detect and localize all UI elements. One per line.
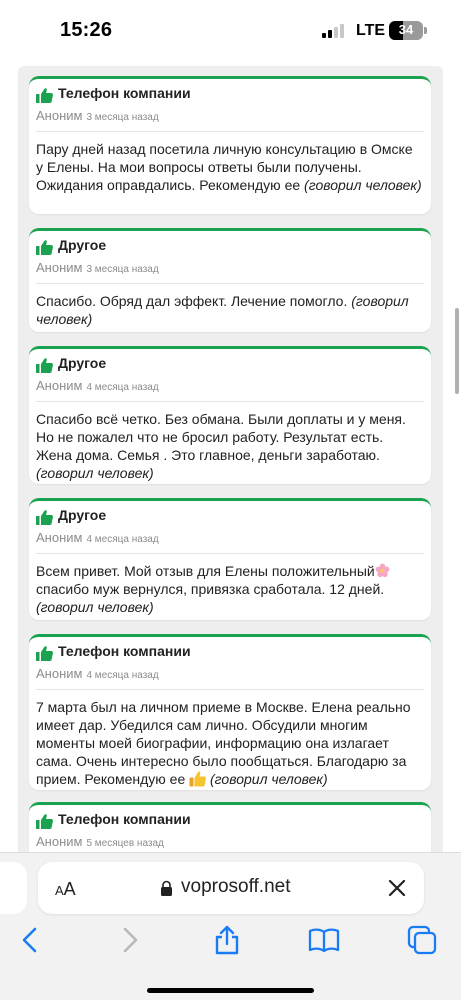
browser-toolbar: AA voprosoff.net	[0, 852, 461, 1000]
review-card: Телефон компании Аноним 3 месяца назад Па…	[29, 76, 431, 214]
home-indicator	[147, 988, 314, 993]
battery-tip	[424, 27, 427, 34]
review-card: Другое Аноним 3 месяца назад Спасибо. Обр…	[29, 228, 431, 332]
status-bar: 15:26 LTE 34	[0, 0, 461, 62]
review-body: Спасибо. Обряд дал эффект. Лечение помог…	[36, 293, 348, 309]
divider	[36, 283, 424, 284]
review-category: Другое	[58, 237, 107, 253]
scrollbar[interactable]	[455, 308, 459, 394]
lock-icon	[161, 880, 172, 896]
review-category: Другое	[58, 507, 107, 523]
review-text: Спасибо. Обряд дал эффект. Лечение помог…	[36, 292, 423, 328]
network-type: LTE	[356, 22, 386, 39]
close-icon[interactable]	[388, 879, 406, 897]
url-domain[interactable]: voprosoff.net	[181, 876, 291, 898]
review-body-continued: спасибо муж вернулся, привязка сработала…	[36, 581, 385, 597]
thumbs-up-icon	[36, 88, 53, 103]
chevron-right-icon[interactable]	[113, 924, 145, 956]
book-icon[interactable]	[308, 924, 340, 956]
divider	[36, 131, 424, 132]
thumbs-up-icon	[36, 358, 53, 373]
review-date: 4 месяца назад	[86, 670, 159, 681]
review-card: Другое Аноним 4 месяца назад Всем привет.…	[29, 498, 431, 620]
review-card: Другое Аноним 4 месяца назад Спасибо всё …	[29, 346, 431, 484]
review-date: 4 месяца назад	[86, 534, 159, 545]
signal-icon	[322, 24, 348, 38]
review-text: 7 марта был на личном приеме в Москве. Е…	[36, 698, 423, 788]
divider	[36, 689, 424, 690]
review-text: Спасибо всё четко. Без обмана. Были допл…	[36, 410, 423, 482]
review-note: (говорил человек)	[304, 177, 422, 193]
review-body: Всем привет. Мой отзыв для Елены положит…	[36, 563, 375, 579]
address-bar[interactable]: AA voprosoff.net	[38, 862, 424, 914]
review-author: Аноним	[36, 834, 83, 849]
review-author: Аноним	[36, 530, 83, 545]
review-body: Спасибо всё четко. Без обмана. Были допл…	[36, 411, 406, 463]
tabs-icon[interactable]	[406, 924, 438, 956]
review-author: Аноним	[36, 378, 83, 393]
review-category: Телефон компании	[58, 643, 191, 659]
chevron-left-icon[interactable]	[15, 924, 47, 956]
thumbs-up-icon	[36, 240, 53, 255]
battery-level: 34	[398, 22, 414, 37]
thumbs-up-icon	[36, 646, 53, 661]
review-note: (говорил человек)	[210, 771, 328, 787]
review-date: 5 месяцев назад	[86, 838, 164, 849]
cherry-blossom-icon	[375, 563, 390, 578]
review-text: Всем привет. Мой отзыв для Елены положит…	[36, 562, 423, 616]
review-category: Телефон компании	[58, 85, 191, 101]
thumbs-up-emoji-icon	[189, 771, 207, 787]
review-author: Аноним	[36, 260, 83, 275]
review-date: 4 месяца назад	[86, 382, 159, 393]
divider	[36, 553, 424, 554]
status-time: 15:26	[60, 19, 113, 41]
review-category: Другое	[58, 355, 107, 371]
review-note: (говорил человек)	[36, 599, 154, 615]
review-date: 3 месяца назад	[86, 112, 159, 123]
battery-icon: 34	[389, 21, 423, 40]
aa-small: A	[55, 883, 64, 898]
thumbs-up-icon	[36, 510, 53, 525]
aa-large: A	[63, 879, 76, 899]
review-card: Телефон компании Аноним 5 месяцев назад	[29, 802, 431, 852]
previous-tab-address-bar[interactable]	[0, 862, 27, 914]
review-author: Аноним	[36, 666, 83, 681]
review-text: Пару дней назад посетила личную консульт…	[36, 140, 423, 194]
review-category: Телефон компании	[58, 811, 191, 827]
web-page[interactable]: Телефон компании Аноним 3 месяца назад Па…	[0, 62, 461, 852]
review-note: (говорил человек)	[36, 465, 154, 481]
reader-options-button[interactable]: AA	[55, 879, 76, 900]
divider	[36, 401, 424, 402]
review-card: Телефон компании Аноним 4 месяца назад 7 …	[29, 634, 431, 790]
thumbs-up-icon	[36, 814, 53, 829]
review-date: 3 месяца назад	[86, 264, 159, 275]
share-icon[interactable]	[211, 924, 243, 956]
review-author: Аноним	[36, 108, 83, 123]
